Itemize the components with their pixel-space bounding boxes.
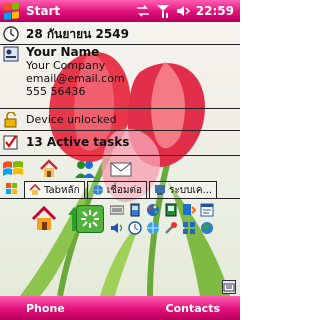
network-grid-icon[interactable] <box>182 221 196 235</box>
softkey-left[interactable]: Phone <box>0 302 65 315</box>
owner-email: email@email.com <box>26 72 125 85</box>
launcher-panel <box>0 199 240 277</box>
home-button-icon[interactable] <box>30 205 58 233</box>
clock-icon <box>2 25 20 43</box>
windows-logo-icon[interactable] <box>2 158 24 180</box>
device-lock-row[interactable]: Device unlocked <box>0 108 240 130</box>
tab-connect[interactable]: เชื่อมต่อ <box>86 181 148 198</box>
lock-status-text: Device unlocked <box>26 113 117 126</box>
loading-launcher-icon[interactable] <box>76 205 104 233</box>
globe-icon <box>92 184 104 196</box>
signal-icon[interactable] <box>156 4 170 18</box>
phone-device-icon[interactable] <box>128 203 142 217</box>
clock-time[interactable]: 22:59 <box>196 4 234 18</box>
tools-icon[interactable] <box>164 221 178 235</box>
start-button[interactable]: Start <box>0 0 60 22</box>
softkey-right[interactable]: Contacts <box>166 302 240 315</box>
connectivity-icon[interactable] <box>136 4 150 18</box>
launcher-tab-strip: Tabหลัก เชื่อมต่อ ระบบเค... <box>0 181 240 199</box>
windows-flag-icon <box>4 2 20 20</box>
tab-system[interactable]: ระบบเค... <box>149 181 218 198</box>
info-globe-icon[interactable] <box>146 221 160 235</box>
home-icon[interactable] <box>38 158 60 180</box>
quick-launch-bar <box>0 155 240 181</box>
owner-phone: 555 56436 <box>26 85 86 98</box>
volume-icon[interactable] <box>110 221 124 235</box>
palette-icon[interactable] <box>146 203 160 217</box>
title-text: Start <box>26 4 61 18</box>
settings-window-icon[interactable] <box>200 203 214 217</box>
speaker-icon[interactable] <box>176 4 190 18</box>
sync-device-icon[interactable] <box>182 203 196 217</box>
tab-system-label: ระบบเค... <box>169 184 213 196</box>
owner-card-icon <box>2 45 20 63</box>
keyboard-icon[interactable] <box>110 203 124 217</box>
messaging-icon[interactable] <box>110 158 132 180</box>
owner-name: Your Name <box>26 45 100 59</box>
windows-mini-icon[interactable] <box>0 180 24 198</box>
input-panel-toggle-icon[interactable] <box>222 280 236 294</box>
owner-company: Your Company <box>26 59 106 72</box>
softkey-bar: Phone Contacts <box>0 296 240 320</box>
tab-connect-label: เชื่อมต่อ <box>106 184 143 196</box>
tasks-row[interactable]: 13 Active tasks <box>0 130 240 152</box>
owner-info-row[interactable]: Your Name Your Company email@email.com 5… <box>0 44 240 106</box>
lock-icon <box>2 111 20 129</box>
system-icon <box>154 184 166 196</box>
clock-settings-icon[interactable] <box>128 221 142 235</box>
tab-main-label: Tabหลัก <box>44 184 80 196</box>
web-globe-icon[interactable] <box>200 221 214 235</box>
home-icon <box>29 184 41 196</box>
tasks-text: 13 Active tasks <box>26 134 130 149</box>
tab-main[interactable]: Tabหลัก <box>24 181 85 198</box>
title-bar: Start 22:59 <box>0 0 240 22</box>
tasks-checkbox-icon <box>2 133 20 151</box>
today-date: 28 กันยายน 2549 <box>26 26 129 41</box>
today-date-row[interactable]: 28 กันยายน 2549 <box>0 24 240 44</box>
pocket-pc-icon[interactable] <box>164 203 178 217</box>
people-icon[interactable] <box>74 158 96 180</box>
